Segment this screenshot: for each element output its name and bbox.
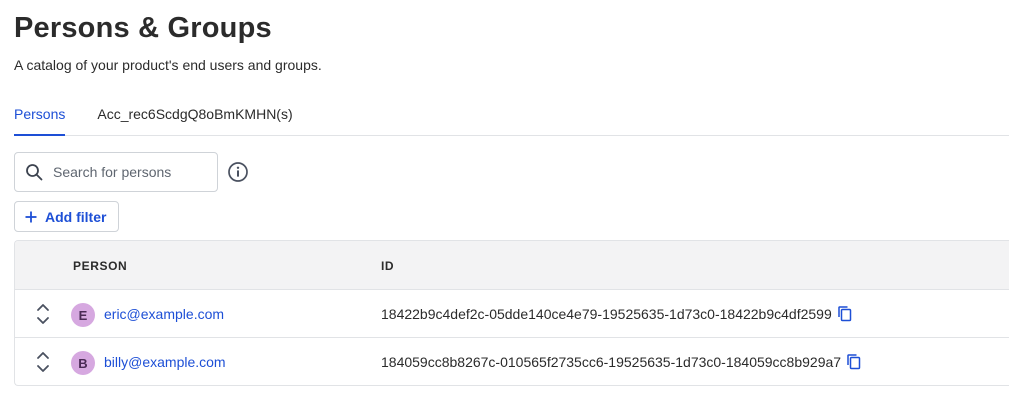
person-id-cell: 184059cc8b8267c-010565f2735cc6-19525635-… xyxy=(381,354,861,370)
add-filter-button[interactable]: Add filter xyxy=(14,201,120,232)
avatar: B xyxy=(71,351,95,375)
person-email-link[interactable]: billy@example.com xyxy=(104,354,226,370)
persons-groups-page: Persons & Groups A catalog of your produ… xyxy=(0,0,1009,407)
add-filter-label: Add filter xyxy=(45,208,107,225)
person-id: 184059cc8b8267c-010565f2735cc6-19525635-… xyxy=(381,354,842,370)
copy-icon[interactable] xyxy=(847,354,861,370)
persons-table: PERSON ID E eric@example.com 18422b9c4de… xyxy=(14,240,1009,386)
copy-icon[interactable] xyxy=(837,306,852,322)
tab-accounts[interactable]: Acc_rec6ScdgQ8oBmKMHN(s) xyxy=(97,94,292,135)
person-id: 18422b9c4def2c-05dde140ce4e79-19525635-1… xyxy=(381,306,832,322)
search-icon xyxy=(26,164,43,181)
column-header-person: PERSON xyxy=(73,259,128,273)
avatar: E xyxy=(71,303,95,327)
search-input[interactable] xyxy=(53,164,203,180)
person-email-link[interactable]: eric@example.com xyxy=(104,306,224,322)
search-box[interactable] xyxy=(14,152,218,192)
table-header: PERSON ID xyxy=(15,241,1009,290)
tab-persons[interactable]: Persons xyxy=(14,94,66,136)
table-row[interactable]: E eric@example.com 18422b9c4def2c-05dde1… xyxy=(15,290,1009,338)
column-header-id: ID xyxy=(381,259,395,273)
plus-icon xyxy=(25,211,37,222)
person-id-cell: 18422b9c4def2c-05dde140ce4e79-19525635-1… xyxy=(381,306,852,322)
chevron-up-down-icon[interactable] xyxy=(35,302,51,326)
table-row[interactable]: B billy@example.com 184059cc8b8267c-0105… xyxy=(15,338,1009,385)
chevron-up-down-icon[interactable] xyxy=(35,350,51,374)
info-icon[interactable] xyxy=(227,161,249,183)
page-subtitle: A catalog of your product's end users an… xyxy=(14,57,322,73)
page-title: Persons & Groups xyxy=(14,12,272,44)
tab-bar: Persons Acc_rec6ScdgQ8oBmKMHN(s) xyxy=(14,94,1009,136)
